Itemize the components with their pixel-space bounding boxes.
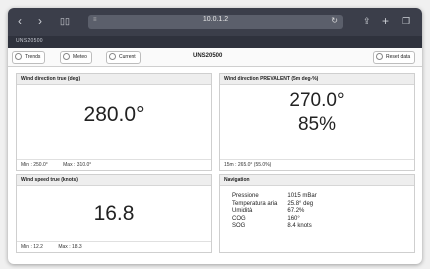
tablet-screen: ‹ › ▯▯ ≡ 10.0.1.2 ↻ ⇪ + ❐ UNS20500 Trend… — [8, 8, 422, 264]
bookmarks-icon[interactable]: ▯▯ — [60, 14, 70, 28]
table-row: Umidità 67.2% — [232, 208, 327, 216]
wind-speed-value: 16.8 — [93, 202, 135, 225]
nav-label: Pressione — [232, 193, 259, 199]
address-bar[interactable]: ≡ 10.0.1.2 ↻ — [88, 15, 343, 29]
panel-footer: Min : 250.0° Max : 310.0° — [17, 159, 211, 170]
meteo-label: Meteo — [73, 54, 87, 60]
tab-title[interactable]: UNS20500 — [16, 38, 43, 44]
app-toolbar: Trends Meteo Current UNS20500 Reset data — [8, 48, 422, 67]
min-value: Min : 250.0° — [21, 162, 48, 168]
table-row: SOG 8.4 knots — [232, 223, 327, 231]
panel-footer: Min : 12.2 Max : 18.3 — [17, 241, 211, 252]
nav-label: Temperatura aria — [232, 200, 278, 207]
trends-button[interactable]: Trends — [12, 51, 46, 64]
nav-label: Umidità — [232, 208, 253, 214]
panel-title: Wind direction PREVALENT (5m deg-%) — [220, 74, 414, 85]
meteo-icon — [63, 53, 70, 60]
min-value: Min : 12.2 — [21, 244, 43, 250]
navigation-table: Pressione 1015 mBar Temperatura aria 25.8°… — [232, 193, 327, 231]
current-label: Current — [119, 54, 136, 60]
navigation-panel: Navigation Pressione 1015 mBar Temperatur… — [219, 174, 415, 253]
share-icon[interactable]: ⇪ — [363, 14, 371, 28]
forward-icon[interactable]: › — [38, 14, 42, 28]
reset-icon — [376, 53, 383, 60]
panel-title: Navigation — [220, 175, 414, 186]
current-icon — [109, 53, 116, 60]
reload-icon[interactable]: ↻ — [331, 16, 338, 25]
table-row: COG 160° — [232, 216, 327, 224]
new-tab-icon[interactable]: + — [382, 14, 389, 28]
nav-value: 67.2% — [287, 208, 305, 214]
nav-label: SOG — [232, 223, 246, 229]
nav-value: 160° — [287, 215, 300, 222]
table-row: Pressione 1015 mBar — [232, 193, 327, 201]
nav-value: 25.8° deg — [287, 200, 314, 207]
nav-value: 8.4 knots — [287, 223, 312, 229]
meteo-button[interactable]: Meteo — [60, 51, 92, 64]
panel-title: Wind direction true (deg) — [17, 74, 211, 85]
max-value: Max : 310.0° — [63, 162, 92, 168]
nav-label: COG — [232, 215, 246, 222]
wind-speed-panel: Wind speed true (knots) 16.8 Min : 12.2 … — [16, 174, 212, 253]
browser-toolbar: ‹ › ▯▯ ≡ 10.0.1.2 ↻ ⇪ + ❐ — [8, 8, 422, 36]
wind-direction-value: 280.0° — [83, 103, 145, 126]
wind-prevalent-percent: 85% — [297, 114, 337, 135]
wind-prevalent-direction: 270.0° — [289, 90, 345, 111]
wind-prevalent-panel: Wind direction PREVALENT (5m deg-%) 270.… — [219, 73, 415, 171]
reset-label: Reset data — [386, 54, 411, 60]
panel-footer: 15m : 265.0° (55.0%) — [220, 159, 414, 170]
reset-data-button[interactable]: Reset data — [373, 51, 416, 64]
wind-direction-panel: Wind direction true (deg) 280.0° Min : 2… — [16, 73, 212, 171]
back-icon[interactable]: ‹ — [18, 14, 22, 28]
trends-label: Trends — [25, 54, 41, 60]
trends-icon — [15, 53, 22, 60]
tabs-icon[interactable]: ❐ — [402, 14, 410, 28]
nav-value: 1015 mBar — [287, 193, 317, 199]
max-value: Max : 18.3 — [58, 244, 82, 250]
url-text: 10.0.1.2 — [202, 16, 229, 23]
tab-strip: UNS20500 — [8, 36, 422, 48]
current-button[interactable]: Current — [106, 51, 141, 64]
device-name: UNS20500 — [193, 53, 223, 59]
prevalent-15m-value: 15m : 265.0° (55.0%) — [224, 162, 272, 168]
panel-title: Wind speed true (knots) — [17, 175, 211, 186]
table-row: Temperatura aria 25.8° deg — [232, 201, 327, 209]
